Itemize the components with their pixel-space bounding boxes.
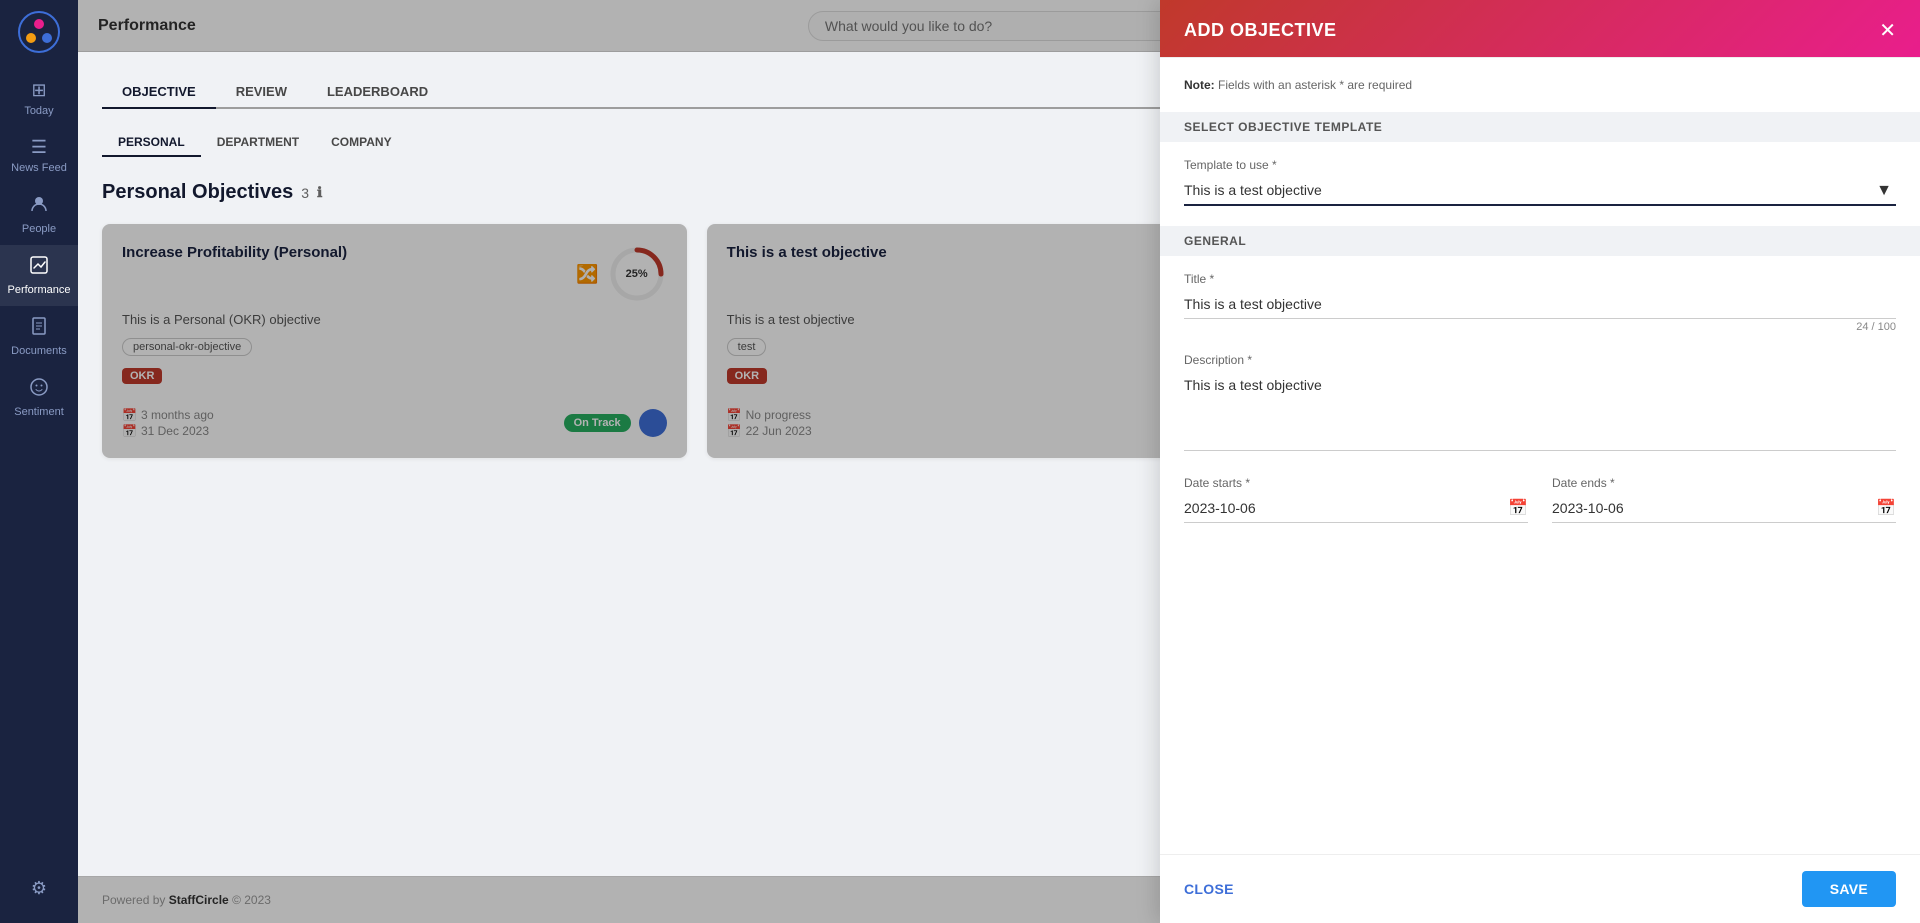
sidebar-item-sentiment[interactable]: Sentiment <box>0 367 78 428</box>
title-form-group: Title * 24 / 100 <box>1184 272 1896 333</box>
date-row: Date starts * 📅 Date ends * 📅 <box>1184 476 1896 523</box>
calendar-icon: 📅 <box>122 408 137 422</box>
card-1-progress-text: 25% <box>626 268 648 280</box>
sidebar-item-news-feed[interactable]: ☰ News Feed <box>0 127 78 184</box>
sidebar-item-performance[interactable]: Performance <box>0 245 78 306</box>
sidebar-item-label: Today <box>24 105 53 117</box>
news-feed-icon: ☰ <box>31 137 47 158</box>
sidebar-item-label: People <box>22 223 56 235</box>
description-textarea[interactable]: This is a test objective <box>1184 371 1896 451</box>
today-icon: ⊞ <box>31 80 46 101</box>
date-ends-wrap[interactable]: 📅 <box>1552 494 1896 523</box>
tab-department[interactable]: DEPARTMENT <box>201 129 315 157</box>
panel-body: Note: Fields with an asterisk * are requ… <box>1160 58 1920 854</box>
tab-company[interactable]: COMPANY <box>315 129 407 157</box>
card-2-badge: OKR <box>727 368 767 384</box>
calendar-starts-icon[interactable]: 📅 <box>1508 498 1528 518</box>
sidebar-item-today[interactable]: ⊞ Today <box>0 70 78 127</box>
sidebar-item-label: Sentiment <box>14 406 64 418</box>
overlay-panel: ADD OBJECTIVE ✕ Note: Fields with an ast… <box>1160 0 1920 923</box>
title-label: Title * <box>1184 272 1896 286</box>
card-2-tag: test <box>727 338 767 356</box>
general-section-header: GENERAL <box>1160 226 1920 256</box>
card-1-progress: 25% <box>607 244 667 304</box>
template-select-wrap[interactable]: This is a test objectiveIncrease Profita… <box>1184 176 1896 206</box>
tab-review[interactable]: REVIEW <box>216 76 307 109</box>
close-panel-button[interactable]: CLOSE <box>1184 881 1234 897</box>
template-label: Template to use * <box>1184 158 1896 172</box>
template-form-group: Template to use * This is a test objecti… <box>1184 158 1896 206</box>
sidebar-logo <box>17 10 61 54</box>
date-starts-label: Date starts * <box>1184 476 1528 490</box>
panel-note: Note: Fields with an asterisk * are requ… <box>1184 78 1896 92</box>
sidebar-item-label: Documents <box>11 345 67 357</box>
calendar-icon-3: 📅 <box>727 424 742 438</box>
section-title: Personal Objectives 3 ℹ <box>102 181 322 204</box>
people-icon <box>29 194 49 219</box>
tab-leaderboard[interactable]: LEADERBOARD <box>307 76 448 109</box>
sidebar-item-label: Performance <box>8 284 71 296</box>
calendar-icon-2: 📅 <box>122 424 137 438</box>
date-starts-wrap[interactable]: 📅 <box>1184 494 1528 523</box>
calendar-ends-icon[interactable]: 📅 <box>1876 498 1896 518</box>
card-1-tag: personal-okr-objective <box>122 338 252 356</box>
section-count: 3 <box>301 185 309 201</box>
sidebar-item-people[interactable]: People <box>0 184 78 245</box>
date-ends-input[interactable] <box>1552 500 1876 516</box>
card-1-icon: 🔀 <box>576 264 598 285</box>
card-1-title: Increase Profitability (Personal) <box>122 244 347 261</box>
save-button[interactable]: SAVE <box>1802 871 1896 907</box>
sidebar-item-label: News Feed <box>11 162 67 174</box>
card-1: Increase Profitability (Personal) 🔀 25% <box>102 224 687 458</box>
topbar-title: Performance <box>98 17 196 35</box>
template-section-header: SELECT OBJECTIVE TEMPLATE <box>1160 112 1920 142</box>
performance-icon <box>29 255 49 280</box>
panel-footer: CLOSE SAVE <box>1160 854 1920 923</box>
card-2-title: This is a test objective <box>727 244 887 261</box>
description-form-group: Description * This is a test objective <box>1184 353 1896 456</box>
sentiment-icon <box>29 377 49 402</box>
char-count: 24 / 100 <box>1184 321 1896 333</box>
settings-icon: ⚙ <box>31 878 47 899</box>
date-starts-field: Date starts * 📅 <box>1184 476 1528 523</box>
card-1-badge: OKR <box>122 368 162 384</box>
tab-personal[interactable]: PERSONAL <box>102 129 201 157</box>
documents-icon <box>29 316 49 341</box>
sidebar-item-settings[interactable]: ⚙ <box>31 868 47 913</box>
date-ends-label: Date ends * <box>1552 476 1896 490</box>
card-1-footer: 📅 3 months ago 📅 31 Dec 2023 On Track <box>122 408 667 438</box>
info-icon[interactable]: ℹ <box>317 184 322 201</box>
no-progress-label: 📅 <box>727 408 742 422</box>
sidebar: ⊞ Today ☰ News Feed People Performance <box>0 0 78 923</box>
card-1-status: On Track <box>564 414 631 432</box>
description-label: Description * <box>1184 353 1896 367</box>
panel-close-button[interactable]: ✕ <box>1879 21 1896 41</box>
card-1-avatar <box>639 409 667 437</box>
date-starts-input[interactable] <box>1184 500 1508 516</box>
date-ends-field: Date ends * 📅 <box>1552 476 1896 523</box>
template-select[interactable]: This is a test objectiveIncrease Profita… <box>1184 176 1896 206</box>
panel-title: ADD OBJECTIVE <box>1184 20 1337 41</box>
sidebar-item-documents[interactable]: Documents <box>0 306 78 367</box>
panel-header: ADD OBJECTIVE ✕ <box>1160 0 1920 58</box>
card-1-desc: This is a Personal (OKR) objective <box>122 312 667 327</box>
tab-objective[interactable]: OBJECTIVE <box>102 76 216 109</box>
title-input[interactable] <box>1184 290 1896 319</box>
